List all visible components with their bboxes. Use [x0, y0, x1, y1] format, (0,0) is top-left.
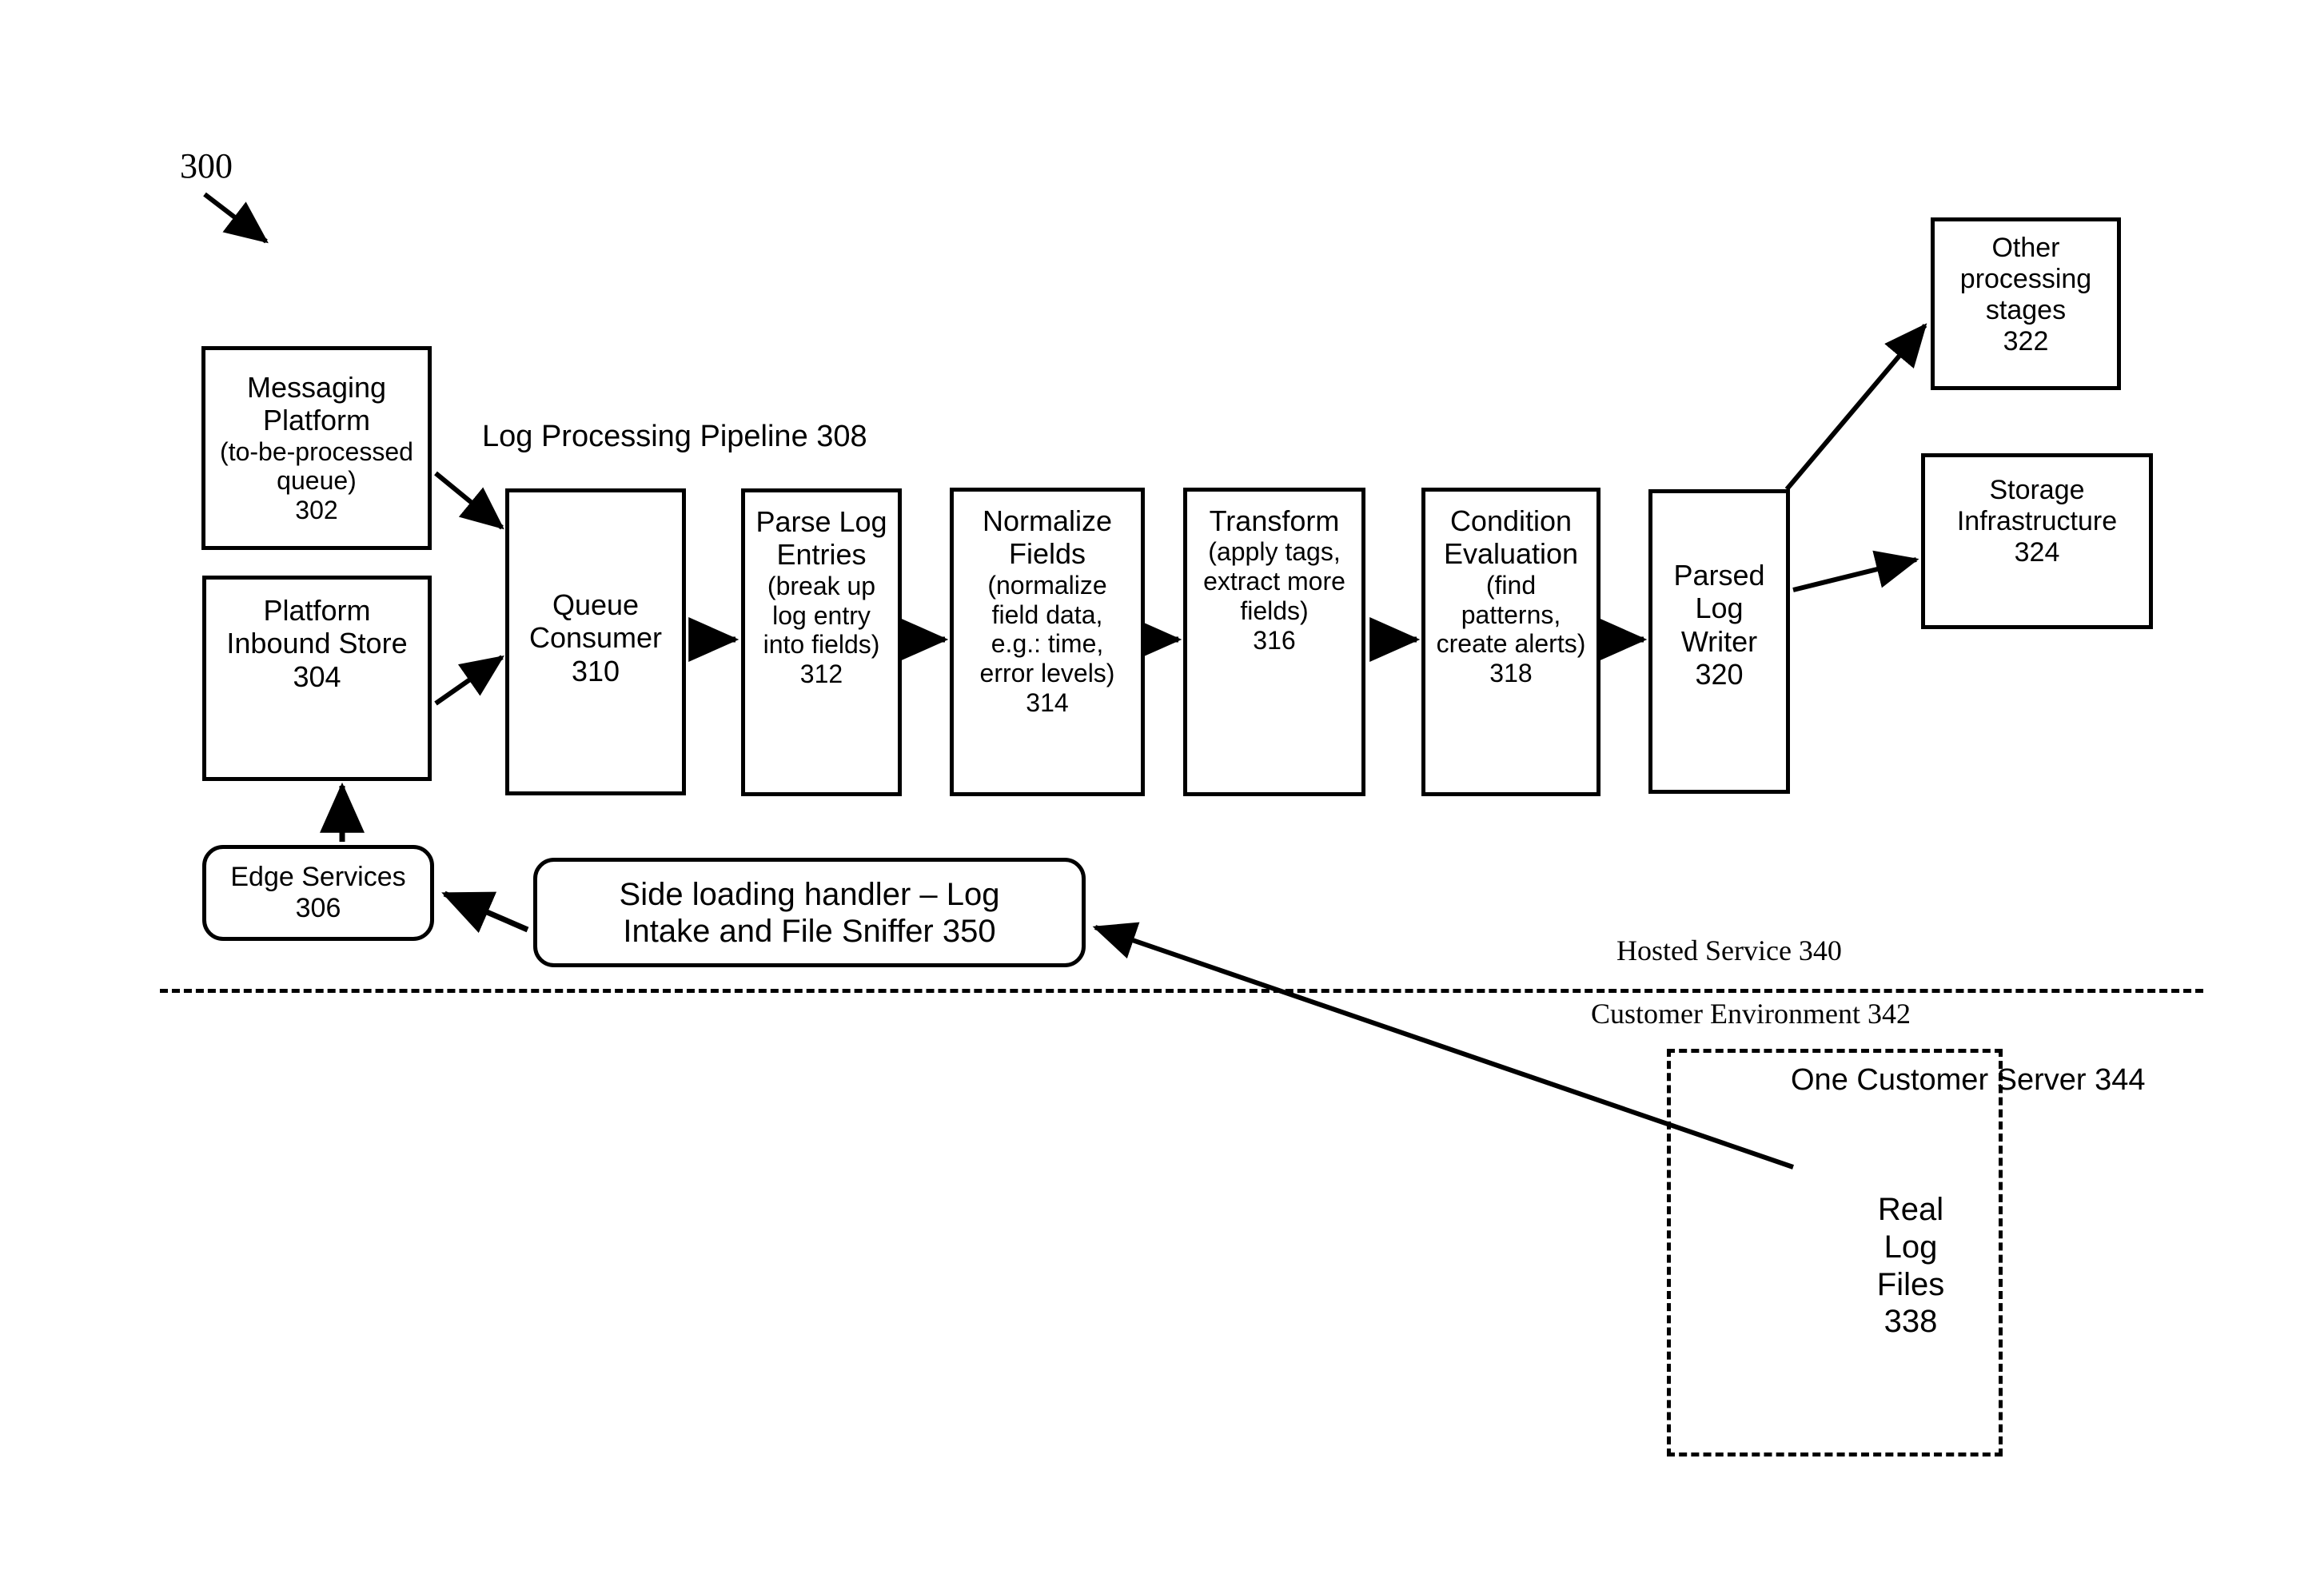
edge-services-line-1: Edge Services: [230, 861, 406, 892]
parse-log-entries-ref: 312: [799, 659, 843, 689]
customer-environment-label: Customer Environment 342: [1591, 998, 1911, 1030]
real-log-files-line-3: Files: [1876, 1266, 1945, 1302]
side-loading-handler-line-1: Side loading handler – Log: [619, 876, 1000, 912]
node-condition-evaluation[interactable]: Condition Evaluation (find patterns, cre…: [1421, 488, 1600, 796]
platform-inbound-store-ref: 304: [293, 659, 341, 693]
parse-log-entries-line-1: Parse Log: [755, 505, 887, 538]
real-log-files-ref: 338: [1884, 1304, 1938, 1340]
figure-pointer-arrow: [203, 192, 269, 244]
arrow-320-to-322: [1784, 323, 1927, 491]
transform-line-2: (apply tags,: [1208, 537, 1341, 567]
messaging-platform-line-2: Platform: [262, 404, 371, 437]
node-parse-log-entries[interactable]: Parse Log Entries (break up log entry in…: [741, 488, 902, 796]
messaging-platform-line-4: queue): [277, 466, 357, 496]
hosted-service-label: Hosted Service 340: [1616, 934, 1842, 966]
arrow-320-to-324: [1792, 550, 1919, 592]
messaging-platform-line-1: Messaging: [246, 370, 387, 404]
storage-infrastructure-ref: 324: [2014, 537, 2060, 568]
condition-evaluation-line-1: Condition: [1449, 504, 1573, 537]
condition-evaluation-ref: 318: [1489, 659, 1533, 688]
normalize-fields-line-3: (normalize: [987, 570, 1107, 600]
patent-figure-canvas: 300 Messaging Platform (to-be-processed …: [0, 0, 2324, 1582]
parsed-log-writer-ref: 320: [1695, 658, 1744, 691]
node-other-processing-stages[interactable]: Other processing stages 322: [1931, 217, 2121, 390]
condition-evaluation-line-3: (find: [1485, 570, 1537, 600]
transform-ref: 316: [1253, 625, 1296, 655]
side-loading-handler-line-2: Intake and File Sniffer 350: [623, 913, 996, 949]
normalize-fields-line-1: Normalize: [982, 504, 1113, 537]
platform-inbound-store-line-1: Platform: [263, 594, 371, 627]
condition-evaluation-line-5: create alerts): [1436, 629, 1586, 659]
messaging-platform-ref: 302: [295, 496, 338, 525]
node-edge-services[interactable]: Edge Services 306: [202, 845, 434, 941]
queue-consumer-line-2: Consumer: [528, 621, 663, 655]
normalize-fields-ref: 314: [1026, 687, 1069, 717]
real-log-files-line-2: Log: [1884, 1229, 1938, 1265]
other-processing-stages-line-3: stages: [1985, 295, 2067, 326]
node-queue-consumer[interactable]: Queue Consumer 310: [505, 488, 686, 795]
platform-inbound-store-line-2: Inbound Store: [226, 627, 408, 660]
normalize-fields-line-4: field data,: [991, 600, 1103, 629]
parse-log-entries-line-5: into fields): [763, 630, 880, 659]
other-processing-stages-ref: 322: [2003, 326, 2049, 357]
arrow-350-to-306: [441, 891, 529, 934]
storage-infrastructure-line-1: Storage: [1989, 475, 2085, 505]
parsed-log-writer-line-2: Log: [1695, 592, 1744, 625]
transform-line-3: extract more: [1203, 567, 1345, 596]
arrow-304-to-310: [434, 655, 504, 706]
storage-infrastructure-line-2: Infrastructure: [1956, 506, 2118, 537]
node-platform-inbound-store[interactable]: Platform Inbound Store 304: [202, 576, 432, 781]
real-log-files-line-1: Real: [1877, 1192, 1944, 1227]
condition-evaluation-line-2: Evaluation: [1443, 537, 1579, 571]
figure-number: 300: [180, 146, 233, 185]
other-processing-stages-line-1: Other: [1991, 233, 2060, 263]
edge-services-ref: 306: [295, 893, 341, 923]
queue-consumer-ref: 310: [571, 654, 620, 687]
node-parsed-log-writer[interactable]: Parsed Log Writer 320: [1648, 489, 1790, 794]
queue-consumer-line-1: Queue: [552, 588, 640, 621]
messaging-platform-line-3: (to-be-processed: [220, 436, 413, 466]
other-processing-stages-line-2: processing: [1959, 264, 2092, 295]
transform-line-4: fields): [1240, 596, 1309, 625]
normalize-fields-line-6: error levels): [979, 659, 1115, 688]
transform-line-1: Transform: [1209, 504, 1340, 537]
environment-divider: [160, 989, 2203, 993]
parsed-log-writer-line-1: Parsed: [1673, 559, 1765, 592]
parse-log-entries-line-2: Entries: [776, 538, 867, 572]
customer-server-label: One Customer Server 344: [1791, 1063, 2146, 1097]
normalize-fields-line-2: Fields: [1008, 537, 1086, 571]
node-transform[interactable]: Transform (apply tags, extract more fiel…: [1183, 488, 1365, 796]
node-side-loading-handler[interactable]: Side loading handler – Log Intake and Fi…: [533, 858, 1086, 967]
arrow-302-to-310: [434, 471, 504, 530]
node-messaging-platform[interactable]: Messaging Platform (to-be-processed queu…: [201, 346, 432, 550]
normalize-fields-line-5: e.g.: time,: [991, 629, 1104, 659]
condition-evaluation-line-4: patterns,: [1461, 600, 1561, 629]
parse-log-entries-line-4: log entry: [772, 600, 871, 630]
node-normalize-fields[interactable]: Normalize Fields (normalize field data, …: [950, 488, 1145, 796]
parse-log-entries-line-3: (break up: [767, 571, 876, 600]
node-storage-infrastructure[interactable]: Storage Infrastructure 324: [1921, 453, 2153, 629]
node-real-log-files: Real Log Files 338: [1847, 1191, 1975, 1341]
parsed-log-writer-line-3: Writer: [1680, 624, 1758, 658]
pipeline-title: Log Processing Pipeline 308: [482, 420, 867, 453]
